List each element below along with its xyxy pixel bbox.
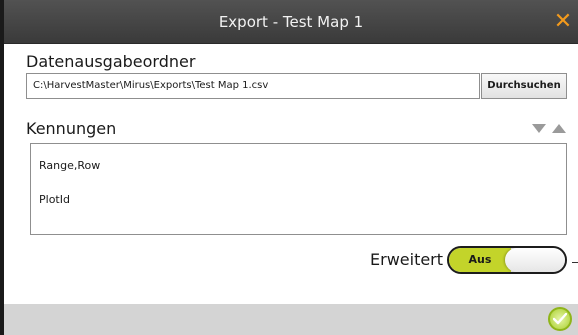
list-item[interactable]: Range,Row [39,159,100,172]
advanced-label: Erweitert [370,250,444,269]
identifiers-label: Kennungen [26,119,117,138]
close-icon[interactable]: ✕ [550,4,576,40]
toggle-state-label: Aus [449,248,511,272]
toggle-connector [572,262,578,263]
output-path-field[interactable]: C:\HarvestMaster\Mirus\Exports\Test Map … [26,73,480,99]
window-title: Export - Test Map 1 [218,13,364,31]
window-edge [0,0,4,335]
identifiers-list[interactable]: Range,Row PlotId [30,143,567,235]
triangle-up-icon[interactable] [552,124,566,133]
triangle-down-icon[interactable] [532,124,546,133]
toggle-knob[interactable] [505,248,565,272]
advanced-toggle[interactable]: Aus [447,246,567,274]
browse-button[interactable]: Durchsuchen [481,73,567,99]
output-folder-label: Datenausgabeordner [26,52,196,71]
list-item[interactable]: PlotId [39,193,70,206]
title-bar: Export - Test Map 1 ✕ [4,0,578,44]
check-circle-icon[interactable] [548,307,572,331]
bottom-bar [4,304,578,335]
